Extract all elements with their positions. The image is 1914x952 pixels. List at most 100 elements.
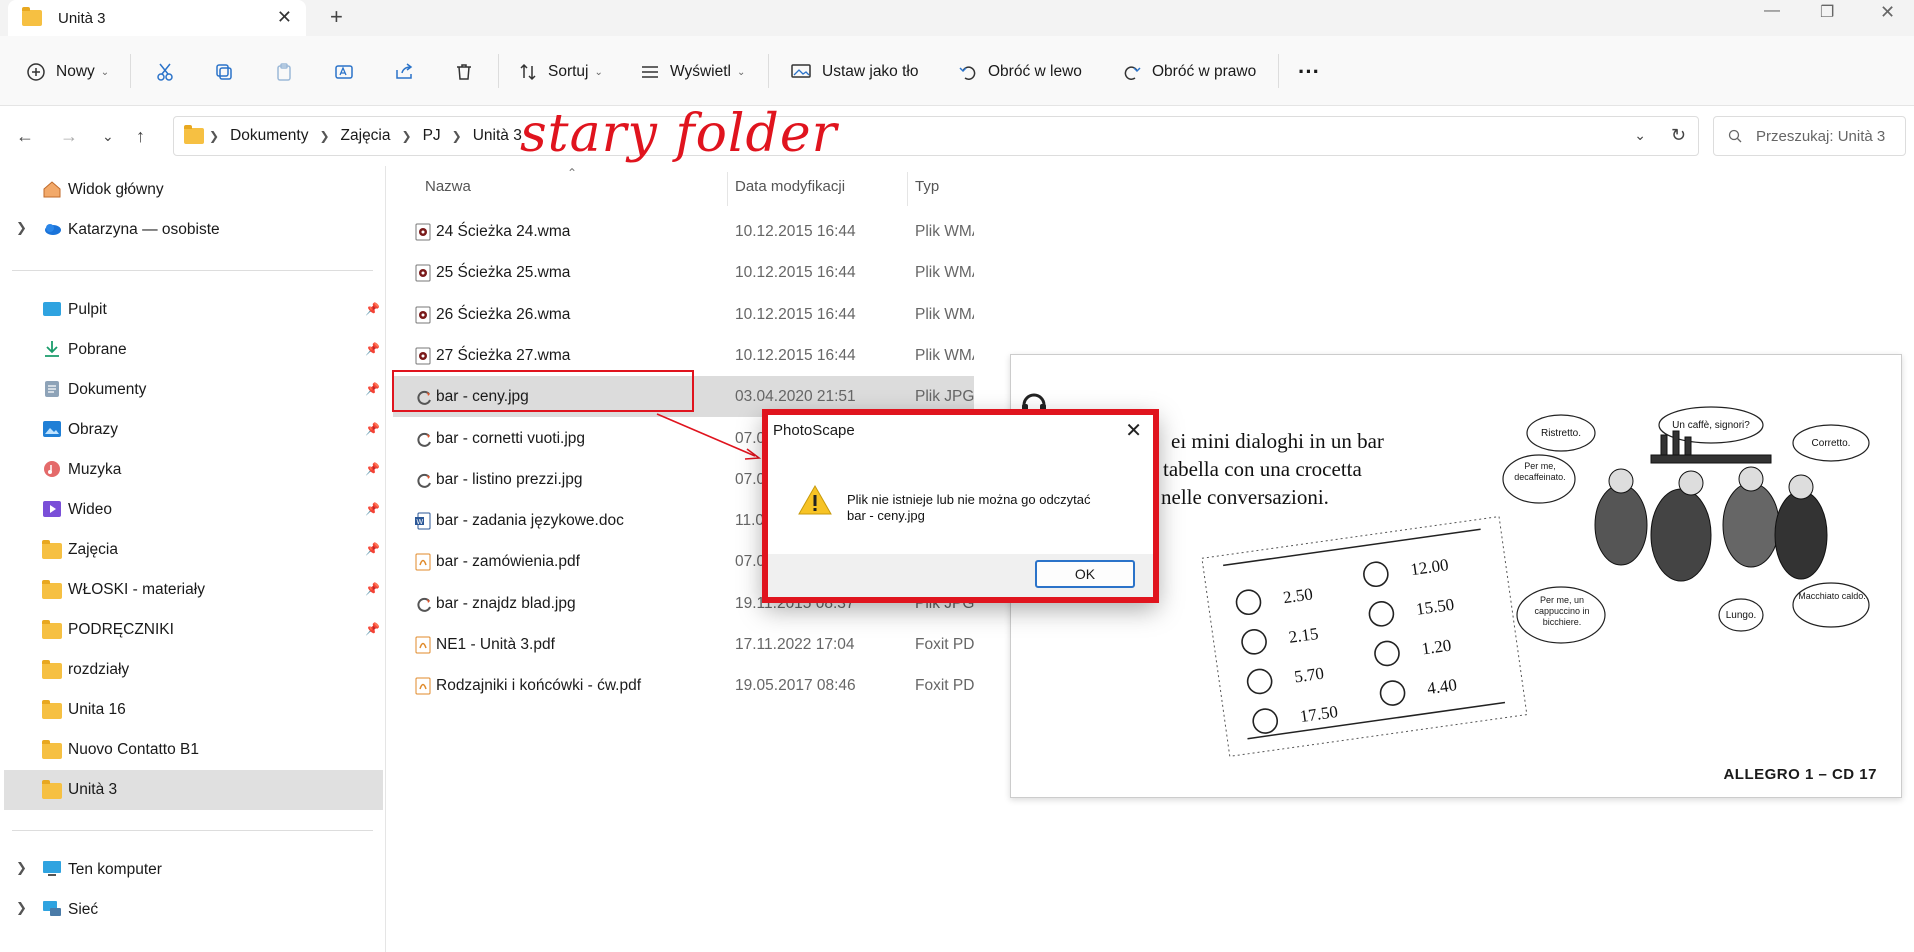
divider bbox=[768, 54, 769, 88]
clipboard-icon bbox=[277, 63, 291, 81]
address-bar[interactable]: ❯ Dokumenty ❯ Zajęcia ❯ PJ ❯ Unità 3 ⌄ ↻ bbox=[173, 116, 1699, 156]
set-as-wallpaper-button[interactable]: Ustaw jako tło bbox=[790, 60, 918, 84]
sidebar-item-downloads[interactable]: Pobrane 📌 bbox=[0, 330, 383, 370]
paste-button[interactable] bbox=[274, 60, 304, 84]
sidebar-item-rozdzialy[interactable]: rozdziały bbox=[0, 650, 383, 690]
file-date: 10.12.2015 16:44 bbox=[735, 223, 856, 240]
divider bbox=[12, 830, 373, 831]
file-row[interactable]: 26 Ścieżka 26.wma 10.12.2015 16:44 Plik WM… bbox=[387, 294, 974, 335]
chevron-down-icon: ⌄ bbox=[594, 66, 603, 78]
sidebar-item-zajecia[interactable]: Zajęcia 📌 bbox=[0, 530, 383, 570]
folder-icon bbox=[42, 660, 62, 679]
sidebar-item-music[interactable]: Muzyka 📌 bbox=[0, 450, 383, 490]
folder-icon bbox=[22, 7, 42, 26]
refresh-icon[interactable]: ↻ bbox=[1671, 125, 1686, 146]
chevron-right-icon[interactable]: ❯ bbox=[16, 900, 27, 916]
pin-icon[interactable]: 📌 bbox=[365, 302, 380, 316]
sidebar-item-onedrive[interactable]: ❯ Katarzyna — osobiste bbox=[0, 210, 383, 250]
chevron-right-icon[interactable]: ❯ bbox=[16, 860, 27, 876]
file-row[interactable]: Rodzajniki i końcówki - ćw.pdf 19.05.2017… bbox=[387, 665, 974, 706]
delete-button[interactable] bbox=[454, 60, 484, 84]
audio-credit: ALLEGRO 1 – CD 17 bbox=[1723, 766, 1877, 783]
column-header-type[interactable]: Typ bbox=[915, 178, 939, 195]
rotate-right-button[interactable]: Obróć w prawo bbox=[1122, 60, 1256, 84]
rotate-left-button[interactable]: Obróć w lewo bbox=[958, 60, 1082, 84]
close-tab-icon[interactable]: ✕ bbox=[277, 7, 292, 28]
sidebar-item-podreczniki[interactable]: PODRĘCZNIKI 📌 bbox=[0, 610, 383, 650]
pin-icon[interactable]: 📌 bbox=[365, 382, 380, 396]
rename-button[interactable] bbox=[334, 60, 364, 84]
breadcrumb-dokumenty[interactable]: Dokumenty bbox=[230, 127, 308, 145]
maximize-icon[interactable]: ❐ bbox=[1820, 2, 1834, 22]
recent-locations-icon[interactable]: ⌄ bbox=[102, 128, 114, 145]
column-divider[interactable] bbox=[727, 172, 728, 206]
sidebar-item-unita-3[interactable]: Unità 3 bbox=[4, 770, 383, 810]
sidebar-item-pictures[interactable]: Obrazy 📌 bbox=[0, 410, 383, 450]
address-dropdown-icon[interactable]: ⌄ bbox=[1634, 127, 1646, 144]
up-arrow-icon[interactable]: ↑ bbox=[136, 126, 145, 147]
dialog-close-icon[interactable]: ✕ bbox=[1125, 418, 1142, 443]
divider bbox=[1278, 54, 1279, 88]
close-window-icon[interactable]: ✕ bbox=[1880, 2, 1895, 23]
sidebar-item-videos[interactable]: Wideo 📌 bbox=[0, 490, 383, 530]
pin-icon[interactable]: 📌 bbox=[365, 462, 380, 476]
minimize-icon[interactable]: — bbox=[1764, 2, 1780, 20]
file-row[interactable]: 24 Ścieżka 24.wma 10.12.2015 16:44 Plik WM… bbox=[387, 211, 974, 252]
sidebar-item-this-pc[interactable]: ❯ Ten komputer bbox=[0, 850, 383, 890]
speech-bubble-text: Corretto. bbox=[1812, 438, 1851, 449]
sidebar-item-desktop[interactable]: Pulpit 📌 bbox=[0, 290, 383, 330]
sidebar-item-label: Wideo bbox=[68, 501, 112, 518]
rename-icon bbox=[335, 65, 353, 79]
cut-button[interactable] bbox=[155, 60, 185, 84]
breadcrumb-pj[interactable]: PJ bbox=[423, 127, 441, 145]
audio-file-icon bbox=[415, 347, 431, 365]
file-name: Rodzajniki i końcówki - ćw.pdf bbox=[436, 677, 642, 695]
dialog-message-line: bar - ceny.jpg bbox=[847, 508, 925, 523]
pdf-file-icon bbox=[415, 553, 431, 571]
sort-button[interactable]: Sortuj ⌄ bbox=[518, 60, 603, 84]
pin-icon[interactable]: 📌 bbox=[365, 542, 380, 556]
chevron-right-icon[interactable]: ❯ bbox=[16, 220, 27, 236]
sidebar-item-unita-16[interactable]: Unita 16 bbox=[0, 690, 383, 730]
rotate-right-icon bbox=[1124, 66, 1141, 80]
column-header-date[interactable]: Data modyfikacji bbox=[735, 178, 845, 195]
sidebar-item-nuovo-contatto[interactable]: Nuovo Contatto B1 bbox=[0, 730, 383, 770]
chevron-right-icon: ❯ bbox=[209, 129, 220, 143]
tab-unita-3[interactable]: Unità 3 ✕ bbox=[8, 0, 306, 36]
pin-icon[interactable]: 📌 bbox=[365, 342, 380, 356]
copy-button[interactable] bbox=[214, 60, 244, 84]
breadcrumb-zajecia[interactable]: Zajęcia bbox=[341, 127, 391, 145]
view-button[interactable]: Wyświetl ⌄ bbox=[640, 60, 745, 84]
forward-arrow-icon[interactable]: → bbox=[60, 126, 78, 147]
new-button[interactable]: Nowy ⌄ bbox=[26, 60, 109, 84]
rotate-left-icon bbox=[959, 66, 976, 80]
new-tab-button[interactable]: + bbox=[330, 4, 343, 30]
more-options-button[interactable]: ··· bbox=[1298, 59, 1320, 84]
scissors-icon bbox=[157, 63, 173, 81]
share-icon bbox=[396, 63, 413, 79]
sidebar-item-documents[interactable]: Dokumenty 📌 bbox=[0, 370, 383, 410]
sidebar-item-home[interactable]: Widok główny bbox=[0, 170, 383, 210]
sidebar-item-network[interactable]: ❯ Sieć bbox=[0, 890, 383, 930]
pin-icon[interactable]: 📌 bbox=[365, 422, 380, 436]
share-button[interactable] bbox=[394, 60, 424, 84]
column-header-name[interactable]: Nazwa bbox=[425, 178, 471, 195]
dialog-title: PhotoScape bbox=[765, 412, 1156, 448]
speech-bubble-text: Ristretto. bbox=[1541, 428, 1581, 439]
file-date: 03.04.2020 21:51 bbox=[735, 388, 856, 406]
sidebar-item-label: Nuovo Contatto B1 bbox=[68, 741, 199, 758]
back-arrow-icon[interactable]: ← bbox=[16, 126, 34, 147]
pin-icon[interactable]: 📌 bbox=[365, 502, 380, 516]
file-row[interactable]: 25 Ścieżka 25.wma 10.12.2015 16:44 Plik WM… bbox=[387, 252, 974, 293]
column-divider[interactable] bbox=[907, 172, 908, 206]
search-input[interactable]: Przeszukaj: Unità 3 bbox=[1713, 116, 1906, 156]
breadcrumb-unita-3[interactable]: Unità 3 bbox=[473, 127, 522, 145]
ok-button[interactable]: OK bbox=[1035, 560, 1135, 588]
documents-icon bbox=[45, 381, 59, 397]
file-row[interactable]: NE1 - Unità 3.pdf 17.11.2022 17:04 Foxit P… bbox=[387, 624, 974, 665]
sort-ascending-icon: ⌃ bbox=[567, 166, 578, 180]
image-file-icon bbox=[415, 471, 431, 489]
pin-icon[interactable]: 📌 bbox=[365, 582, 380, 596]
sidebar-item-wloski[interactable]: WŁOSKI - materiały 📌 bbox=[0, 570, 383, 610]
pin-icon[interactable]: 📌 bbox=[365, 622, 380, 636]
